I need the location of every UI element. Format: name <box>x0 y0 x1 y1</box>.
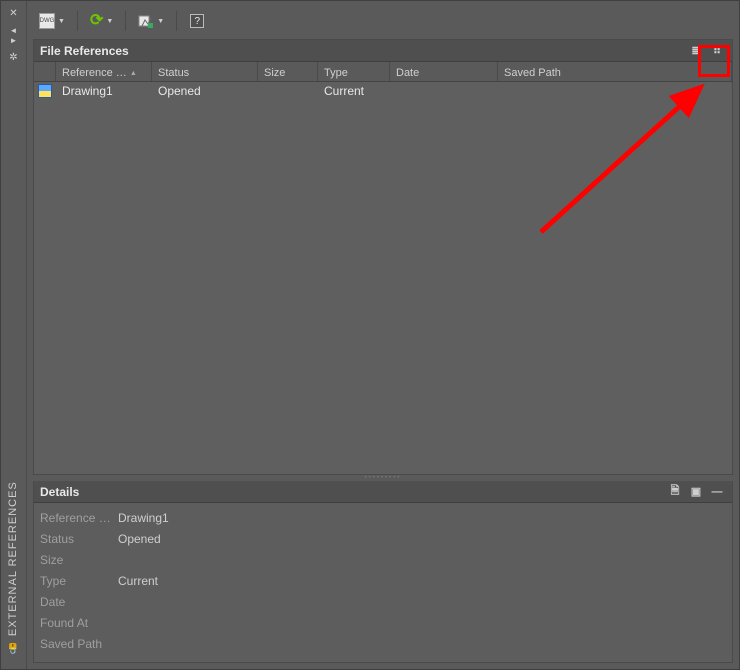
toolbar-separator <box>77 11 78 31</box>
palette-window: ✕ ◄ ► ✲ 🔓 EXTERNAL REFERENCES DWG ▼ ⟳ ▼ <box>0 0 740 670</box>
file-references-header: File References ≣ ⠶ <box>34 40 732 62</box>
detail-label: Status <box>40 532 118 546</box>
column-size[interactable]: Size <box>258 62 318 81</box>
list-view-button[interactable]: ≣ <box>687 43 705 59</box>
column-status[interactable]: Status <box>152 62 258 81</box>
sort-asc-icon: ▲ <box>130 70 137 77</box>
properties-icon[interactable]: ✲ <box>7 51 21 65</box>
column-saved-path[interactable]: Saved Path <box>498 62 732 81</box>
file-references-title: File References <box>40 44 129 58</box>
details-preview-button[interactable]: ▣ <box>687 484 705 500</box>
dwg-icon <box>38 84 52 98</box>
detail-row-reference-name: Reference … Drawing1 <box>40 507 726 528</box>
dock-toggle[interactable]: ◄ ► <box>10 27 18 45</box>
palette-content: DWG ▼ ⟳ ▼ ▼ ? <box>27 1 739 669</box>
file-references-panel: File References ≣ ⠶ Reference … ▲ Status… <box>33 39 733 475</box>
detail-value: Opened <box>118 532 161 546</box>
column-date[interactable]: Date <box>390 62 498 81</box>
palette-rail: ✕ ◄ ► ✲ 🔓 EXTERNAL REFERENCES <box>1 1 27 669</box>
palette-title: 🔓 EXTERNAL REFERENCES <box>1 481 25 655</box>
detail-value: Current <box>118 574 158 588</box>
chevron-down-icon: ▼ <box>106 18 113 25</box>
detail-row-status: Status Opened <box>40 528 726 549</box>
path-icon <box>138 13 154 29</box>
close-icon[interactable]: ✕ <box>7 7 21 21</box>
detail-row-found-at: Found At <box>40 612 726 633</box>
chevron-down-icon: ▼ <box>157 18 164 25</box>
details-body: Reference … Drawing1 Status Opened Size … <box>34 503 732 662</box>
file-references-columns: Reference … ▲ Status Size Type Date Save… <box>34 62 732 82</box>
toolbar-separator <box>176 11 177 31</box>
row-icon <box>34 84 56 98</box>
table-row[interactable]: Drawing1 Opened Current <box>34 82 732 100</box>
details-collapse-button[interactable]: — <box>708 484 726 500</box>
detail-row-date: Date <box>40 591 726 612</box>
details-header: Details 🗎 ▣ — <box>34 481 732 503</box>
detail-row-size: Size <box>40 549 726 570</box>
row-reference-name: Drawing1 <box>56 84 152 98</box>
tree-view-button[interactable]: ⠶ <box>708 43 726 59</box>
detail-label: Date <box>40 595 118 609</box>
row-type: Current <box>318 84 390 98</box>
column-reference-name-label: Reference … <box>62 67 127 79</box>
toolbar-separator <box>125 11 126 31</box>
detail-row-saved-path: Saved Path <box>40 633 726 654</box>
detail-label: Reference … <box>40 511 118 525</box>
detail-label: Found At <box>40 616 118 630</box>
help-icon: ? <box>190 14 204 28</box>
dwg-file-icon: DWG <box>39 13 55 29</box>
detail-label: Size <box>40 553 118 567</box>
arrow-right-icon: ► <box>10 37 18 45</box>
arrow-left-icon: ◄ <box>10 27 18 35</box>
help-button[interactable]: ? <box>187 11 207 31</box>
file-references-body[interactable]: Drawing1 Opened Current <box>34 82 732 474</box>
attach-dwg-button[interactable]: DWG ▼ <box>37 11 67 31</box>
details-panel: Details 🗎 ▣ — Reference … Drawing1 Statu… <box>33 481 733 663</box>
detail-label: Type <box>40 574 118 588</box>
palette-title-text: EXTERNAL REFERENCES <box>7 481 19 636</box>
unlock-icon: 🔓 <box>8 642 19 655</box>
detail-label: Saved Path <box>40 637 118 651</box>
chevron-down-icon: ▼ <box>58 18 65 25</box>
column-reference-name[interactable]: Reference … ▲ <box>56 62 152 81</box>
details-title: Details <box>40 485 79 499</box>
row-status: Opened <box>152 84 258 98</box>
change-path-button[interactable]: ▼ <box>136 11 166 31</box>
detail-row-type: Type Current <box>40 570 726 591</box>
column-icon[interactable] <box>34 62 56 81</box>
toolbar: DWG ▼ ⟳ ▼ ▼ ? <box>33 7 733 35</box>
detail-value: Drawing1 <box>118 511 169 525</box>
refresh-icon: ⟳ <box>90 13 103 29</box>
refresh-button[interactable]: ⟳ ▼ <box>88 11 115 31</box>
details-doc-button[interactable]: 🗎 <box>666 484 684 500</box>
column-type[interactable]: Type <box>318 62 390 81</box>
